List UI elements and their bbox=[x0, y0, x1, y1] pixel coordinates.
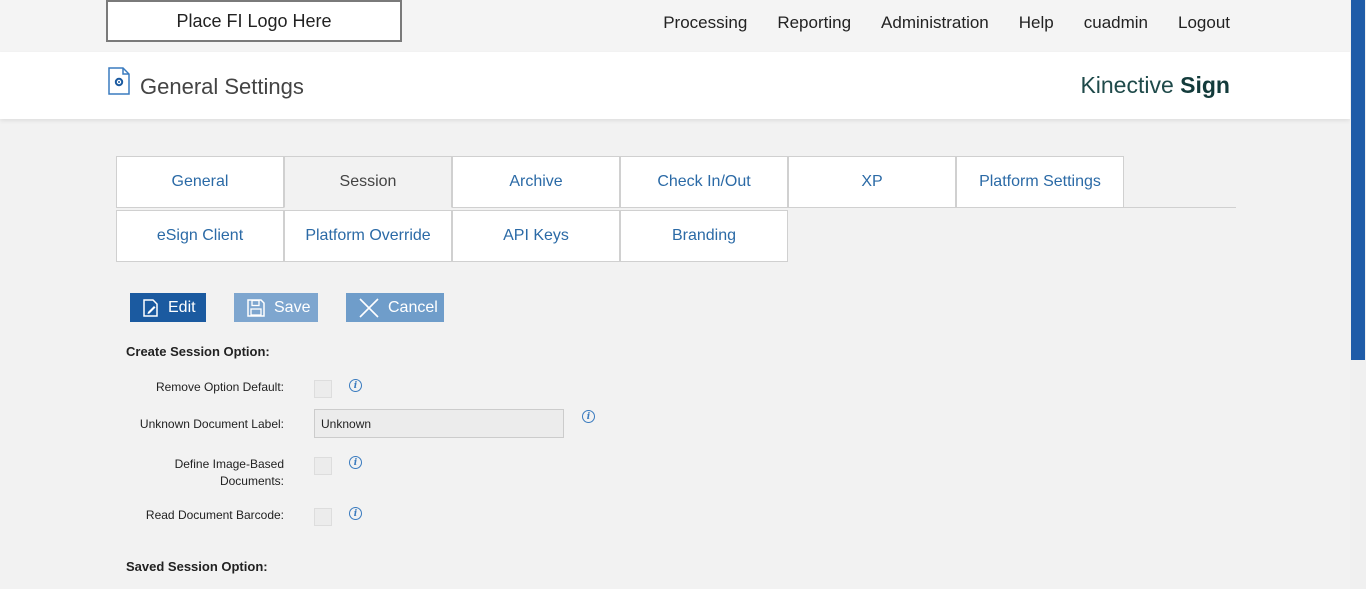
tab-archive[interactable]: Archive bbox=[452, 156, 620, 208]
tab-check-in-out[interactable]: Check In/Out bbox=[620, 156, 788, 208]
save-button-label: Save bbox=[274, 298, 311, 316]
nav-reporting[interactable]: Reporting bbox=[777, 13, 851, 33]
save-icon bbox=[247, 298, 265, 317]
top-navigation-bar: Place FI Logo Here Processing Reporting … bbox=[0, 0, 1350, 52]
tab-esign-client[interactable]: eSign Client bbox=[116, 210, 284, 262]
main-nav: Processing Reporting Administration Help… bbox=[663, 0, 1230, 46]
tab-session[interactable]: Session bbox=[284, 156, 452, 208]
tab-platform-settings[interactable]: Platform Settings bbox=[956, 156, 1124, 208]
tab-branding[interactable]: Branding bbox=[620, 210, 788, 262]
cancel-button[interactable]: Cancel bbox=[346, 293, 444, 322]
info-icon[interactable]: i bbox=[582, 410, 595, 423]
fi-logo-placeholder[interactable]: Place FI Logo Here bbox=[106, 0, 402, 42]
nav-user-menu[interactable]: cuadmin bbox=[1084, 13, 1148, 33]
close-icon bbox=[359, 297, 379, 318]
unknown-document-label-input[interactable] bbox=[314, 409, 564, 438]
nav-processing[interactable]: Processing bbox=[663, 13, 747, 33]
tab-general[interactable]: General bbox=[116, 156, 284, 208]
settings-document-icon bbox=[108, 67, 130, 95]
info-icon[interactable]: i bbox=[349, 507, 362, 520]
vertical-scrollbar[interactable] bbox=[1350, 0, 1366, 589]
saved-session-option-heading: Saved Session Option: bbox=[126, 559, 268, 574]
brand-logo: Kinective Sign bbox=[1080, 72, 1230, 99]
save-button[interactable]: Save bbox=[234, 293, 318, 322]
page-title: General Settings bbox=[140, 74, 304, 99]
remove-option-default-checkbox[interactable] bbox=[314, 380, 332, 398]
create-session-option-heading: Create Session Option: bbox=[126, 344, 270, 359]
tab-xp[interactable]: XP bbox=[788, 156, 956, 208]
define-image-based-documents-label: Define Image-Based Documents: bbox=[174, 457, 284, 488]
brand-name-bold: Sign bbox=[1180, 72, 1230, 98]
tab-platform-override[interactable]: Platform Override bbox=[284, 210, 452, 262]
page-header: General Settings Kinective Sign bbox=[0, 52, 1350, 119]
edit-button[interactable]: Edit bbox=[130, 293, 206, 322]
unknown-document-label-label: Unknown Document Label: bbox=[139, 417, 284, 431]
read-document-barcode-label: Read Document Barcode: bbox=[145, 508, 284, 522]
edit-icon bbox=[143, 298, 158, 317]
remove-option-default-label: Remove Option Default: bbox=[155, 380, 284, 394]
scrollbar-thumb[interactable] bbox=[1351, 0, 1365, 360]
edit-button-label: Edit bbox=[168, 298, 196, 316]
nav-administration[interactable]: Administration bbox=[881, 13, 989, 33]
brand-name-light: Kinective bbox=[1080, 72, 1174, 98]
nav-logout[interactable]: Logout bbox=[1178, 13, 1230, 33]
define-image-based-documents-checkbox[interactable] bbox=[314, 457, 332, 475]
info-icon[interactable]: i bbox=[349, 379, 362, 392]
info-icon[interactable]: i bbox=[349, 456, 362, 469]
read-document-barcode-checkbox[interactable] bbox=[314, 508, 332, 526]
cancel-button-label: Cancel bbox=[388, 298, 438, 316]
nav-help[interactable]: Help bbox=[1019, 13, 1054, 33]
tab-api-keys[interactable]: API Keys bbox=[452, 210, 620, 262]
